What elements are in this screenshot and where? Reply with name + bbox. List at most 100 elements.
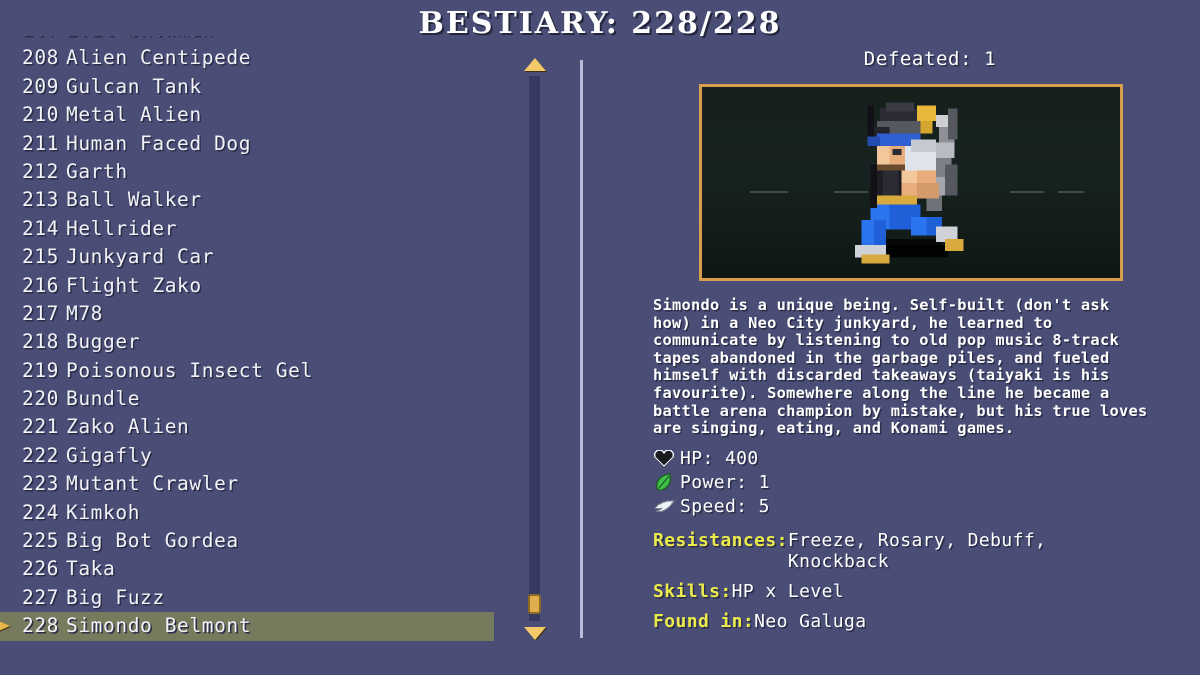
bestiary-list[interactable]: 207Evil Snowman208Alien Centipede209Gulc… xyxy=(0,36,500,675)
list-item-number: 218 xyxy=(22,330,60,354)
list-item-number: 207 xyxy=(22,36,66,44)
list-item-number: 227 xyxy=(22,585,60,609)
list-item-number: 222 xyxy=(22,443,60,467)
list-item[interactable]: 226 Taka xyxy=(0,555,500,583)
list-item[interactable]: 220 Bundle xyxy=(0,385,500,413)
heart-icon xyxy=(653,448,675,468)
list-item-number: 224 xyxy=(22,500,60,524)
list-item-number: 219 xyxy=(22,358,60,382)
stat-row: Speed: 5 xyxy=(653,494,1153,518)
list-item-name: Metal Alien xyxy=(66,103,202,127)
list-item[interactable]: 209 Gulcan Tank xyxy=(0,73,500,101)
list-item[interactable]: 210 Metal Alien xyxy=(0,101,500,129)
list-item-number: 215 xyxy=(22,245,60,269)
stat-label: Power: 1 xyxy=(680,471,770,493)
attribute-label: Found in: xyxy=(653,611,755,632)
scrollbar-track[interactable] xyxy=(529,76,540,621)
list-item-name: Garth xyxy=(66,159,128,183)
list-item-number: 213 xyxy=(22,188,60,212)
stat-label: Speed: 5 xyxy=(680,495,770,517)
list-item-name: Zako Alien xyxy=(66,415,190,439)
attribute-row: Resistances: Freeze, Rosary, Debuff, Knoc… xyxy=(653,530,1158,572)
list-item-name: Junkyard Car xyxy=(66,245,215,269)
simondo-belmont-sprite xyxy=(855,101,964,264)
list-item[interactable]: 227 Big Fuzz xyxy=(0,584,500,612)
monster-stats: HP: 400 Power: 1 Speed: 5 xyxy=(653,446,1153,518)
list-item-name: Gigafly xyxy=(66,443,153,467)
list-item-number: 210 xyxy=(22,103,60,127)
list-item[interactable]: 219 Poisonous Insect Gel xyxy=(0,357,500,385)
attribute-row: Found in: Neo Galuga xyxy=(653,611,1158,632)
scroll-up-arrow-icon[interactable] xyxy=(524,58,546,71)
list-item-name: Ball Walker xyxy=(66,188,202,212)
list-item-name: Big Fuzz xyxy=(66,585,165,609)
scroll-down-arrow-icon[interactable] xyxy=(524,627,546,640)
list-item-number: 221 xyxy=(22,415,60,439)
attribute-value: Neo Galuga xyxy=(754,611,867,632)
leaf-icon xyxy=(653,472,675,492)
list-item-number: 208 xyxy=(22,46,60,70)
list-item-name: Big Bot Gordea xyxy=(66,529,239,553)
list-item-name: Simondo Belmont xyxy=(66,614,252,638)
list-item-name: Taka xyxy=(66,557,116,581)
list-item[interactable]: 208 Alien Centipede xyxy=(0,44,500,72)
list-item-number: 225 xyxy=(22,529,60,553)
stat-label: HP: 400 xyxy=(680,447,759,469)
list-item-number: 212 xyxy=(22,159,60,183)
list-item-number: 228 xyxy=(22,614,60,638)
list-scrollbar[interactable] xyxy=(522,58,548,640)
stat-row: Power: 1 xyxy=(653,470,1153,494)
attribute-value: Freeze, Rosary, Debuff, Knockback xyxy=(787,530,1047,572)
attribute-label: Skills: xyxy=(653,581,732,602)
list-item[interactable]: 223 Mutant Crawler xyxy=(0,470,500,498)
portrait-streak xyxy=(1010,191,1044,193)
list-item[interactable]: 218 Bugger xyxy=(0,328,500,356)
list-item-name: Evil Snowman xyxy=(66,36,214,41)
list-item[interactable]: 207Evil Snowman xyxy=(0,36,500,44)
list-item-number: 226 xyxy=(22,557,60,581)
list-item-number: 209 xyxy=(22,74,60,98)
scrollbar-thumb[interactable] xyxy=(528,594,541,614)
wing-icon xyxy=(653,496,675,516)
list-item-name: Kimkoh xyxy=(66,500,141,524)
list-item-number: 223 xyxy=(22,472,60,496)
monster-portrait-frame xyxy=(699,84,1123,281)
defeated-count: Defeated: 1 xyxy=(863,48,997,70)
list-item-name: Gulcan Tank xyxy=(66,74,202,98)
list-item-name: Bugger xyxy=(66,330,141,354)
list-item-number: 216 xyxy=(22,273,60,297)
stat-row: HP: 400 xyxy=(653,446,1153,470)
list-item-name: Mutant Crawler xyxy=(66,472,239,496)
attribute-value: HP x Level xyxy=(731,581,845,602)
list-item-name: Poisonous Insect Gel xyxy=(66,358,313,382)
list-item[interactable]: 214 Hellrider xyxy=(0,215,500,243)
list-item[interactable]: 217 M78 xyxy=(0,300,500,328)
list-item-selected[interactable]: 228 Simondo Belmont xyxy=(0,612,494,641)
attribute-row: Skills: HP x Level xyxy=(653,581,1158,602)
detail-panel: Defeated: 1 Simondo is a unique being. S… xyxy=(645,48,1165,632)
list-item-name: Flight Zako xyxy=(66,273,202,297)
portrait-streak xyxy=(1058,191,1084,193)
list-item-number: 214 xyxy=(22,216,60,240)
list-item[interactable]: 222 Gigafly xyxy=(0,442,500,470)
list-item-number: 211 xyxy=(22,131,60,155)
list-item[interactable]: 216 Flight Zako xyxy=(0,272,500,300)
list-item-name: Human Faced Dog xyxy=(66,131,252,155)
attribute-label: Resistances: xyxy=(653,530,788,551)
monster-attributes: Resistances: Freeze, Rosary, Debuff, Knoc… xyxy=(653,530,1158,641)
list-item[interactable]: 225 Big Bot Gordea xyxy=(0,527,500,555)
list-item-name: Hellrider xyxy=(66,216,178,240)
selection-cursor-icon xyxy=(0,619,10,634)
list-item[interactable]: 211 Human Faced Dog xyxy=(0,130,500,158)
portrait-streak xyxy=(750,191,788,193)
list-item[interactable]: 221 Zako Alien xyxy=(0,413,500,441)
panel-divider xyxy=(580,60,583,638)
list-item[interactable]: 213 Ball Walker xyxy=(0,186,500,214)
list-item[interactable]: 212 Garth xyxy=(0,158,500,186)
list-item-number: 217 xyxy=(22,301,60,325)
list-item-number: 220 xyxy=(22,387,60,411)
monster-description: Simondo is a unique being. Self-built (d… xyxy=(653,296,1148,438)
list-item[interactable]: 224 Kimkoh xyxy=(0,499,500,527)
list-item[interactable]: 215 Junkyard Car xyxy=(0,243,500,271)
list-item-name: Bundle xyxy=(66,387,141,411)
